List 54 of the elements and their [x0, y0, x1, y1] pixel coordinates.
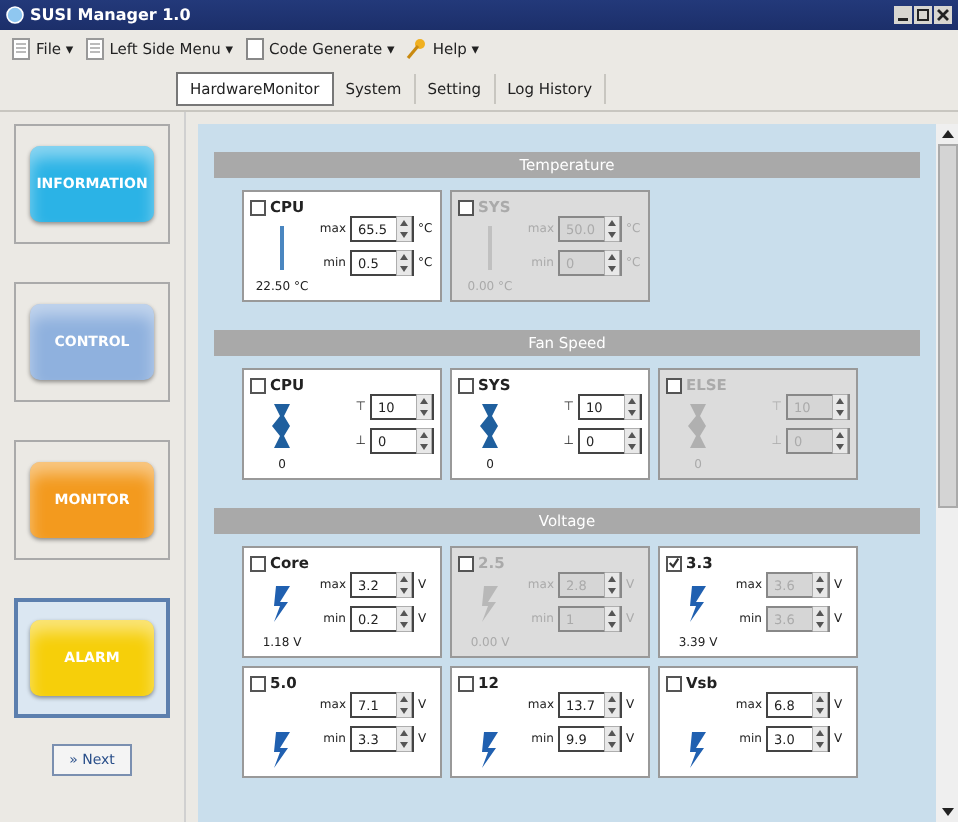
checkbox[interactable] [250, 675, 266, 691]
thermometer-icon [278, 226, 286, 270]
spinner-icon [604, 250, 620, 276]
spinner-icon [416, 394, 432, 420]
app-icon [6, 6, 24, 24]
key-icon [406, 37, 427, 59]
spinner-icon [604, 726, 620, 752]
window-title: SUSI Manager 1.0 [30, 6, 191, 24]
minimize-button[interactable] [894, 6, 912, 24]
checkbox[interactable] [666, 675, 682, 691]
spinner-icon [832, 428, 848, 454]
lightning-icon [272, 584, 292, 624]
spinner-icon [812, 692, 828, 718]
spinner-icon [812, 726, 828, 752]
spinner-icon [396, 216, 412, 242]
scroll-up-icon[interactable] [939, 128, 955, 140]
document-icon [245, 37, 264, 59]
checkbox[interactable] [250, 377, 266, 393]
lightning-icon [688, 730, 708, 770]
maximize-icon [916, 8, 930, 22]
checkbox[interactable] [458, 377, 474, 393]
spinner-icon [812, 606, 828, 632]
lightning-icon [688, 584, 708, 624]
checkbox[interactable] [666, 555, 682, 571]
spinner-icon [396, 726, 412, 752]
fan-icon [476, 402, 504, 450]
spinner-icon [604, 572, 620, 598]
maximize-button[interactable] [914, 6, 932, 24]
spinner-icon [604, 216, 620, 242]
checkbox[interactable] [250, 555, 266, 571]
list-icon [85, 37, 104, 59]
spinner-icon [396, 572, 412, 598]
spinner-icon [416, 428, 432, 454]
lightning-icon [480, 584, 500, 624]
spinner-icon [396, 606, 412, 632]
spinner-icon [624, 428, 640, 454]
lightning-icon [272, 730, 292, 770]
spinner-icon [624, 394, 640, 420]
checkbox[interactable] [458, 675, 474, 691]
spinner-icon [812, 572, 828, 598]
list-icon [12, 37, 30, 59]
fan-icon [684, 402, 712, 450]
close-icon [936, 8, 950, 22]
scrollbar[interactable] [936, 124, 958, 822]
spinner-icon [604, 606, 620, 632]
spinner-icon [604, 692, 620, 718]
scroll-down-icon[interactable] [939, 806, 955, 818]
spinner-icon [396, 250, 412, 276]
checkbox[interactable] [250, 199, 266, 215]
spinner-icon [396, 692, 412, 718]
lightning-icon [480, 730, 500, 770]
close-button[interactable] [934, 6, 952, 24]
fan-icon [268, 402, 296, 450]
spinner-icon [832, 394, 848, 420]
